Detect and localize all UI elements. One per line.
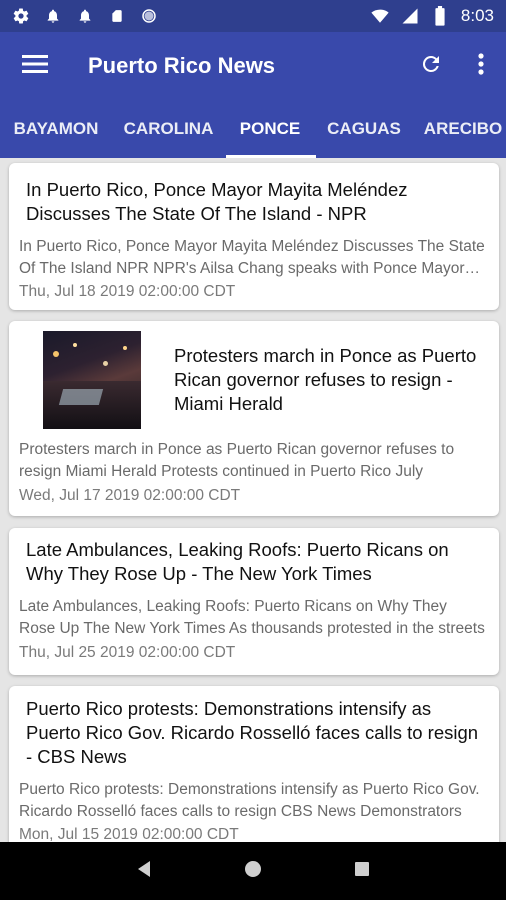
- recents-icon: [354, 861, 370, 882]
- app-title: Puerto Rico News: [88, 53, 276, 78]
- battery-icon: [431, 6, 449, 26]
- menu-button[interactable]: [0, 32, 70, 100]
- settings-icon: [12, 7, 30, 25]
- home-button[interactable]: [233, 851, 273, 891]
- article-summary: Puerto Rico protests: Demonstrations int…: [19, 781, 480, 820]
- article-title: Puerto Rico protests: Demonstrations int…: [26, 698, 479, 767]
- tab-ponce[interactable]: PONCE: [225, 100, 315, 158]
- article-summary: In Puerto Rico, Ponce Mayor Mayita Melén…: [19, 238, 485, 277]
- tab-caguas[interactable]: CAGUAS: [315, 100, 413, 158]
- notification-icon: [44, 7, 62, 25]
- wifi-icon: [371, 7, 389, 25]
- tab-bar: BAYAMON CAROLINA PONCE CAGUAS ARECIBO: [0, 100, 506, 158]
- more-vert-icon: [478, 52, 484, 80]
- article-card[interactable]: Late Ambulances, Leaking Roofs: Puerto R…: [9, 528, 499, 675]
- back-icon: [136, 860, 152, 883]
- article-summary: Protesters march in Ponce as Puerto Rica…: [19, 441, 455, 480]
- article-card[interactable]: Puerto Rico protests: Demonstrations int…: [9, 686, 499, 842]
- article-title: Late Ambulances, Leaking Roofs: Puerto R…: [26, 539, 449, 584]
- article-title: In Puerto Rico, Ponce Mayor Mayita Melén…: [26, 179, 408, 224]
- back-button[interactable]: [124, 851, 164, 891]
- article-list: In Puerto Rico, Ponce Mayor Mayita Melén…: [0, 158, 506, 842]
- article-date: Mon, Jul 15 2019 02:00:00 CDT: [19, 826, 239, 842]
- tab-carolina[interactable]: CAROLINA: [112, 100, 225, 158]
- sd-card-icon: [108, 7, 126, 25]
- menu-icon: [22, 54, 48, 79]
- refresh-button[interactable]: [406, 32, 456, 100]
- home-icon: [244, 860, 262, 883]
- article-title: Protesters march in Ponce as Puerto Rica…: [174, 345, 477, 414]
- tab-bayamon[interactable]: BAYAMON: [0, 100, 112, 158]
- refresh-icon: [419, 52, 443, 81]
- article-thumbnail: [43, 331, 141, 429]
- article-date: Wed, Jul 17 2019 02:00:00 CDT: [19, 487, 241, 504]
- article-card[interactable]: Protesters march in Ponce as Puerto Rica…: [9, 321, 499, 516]
- status-bar: 8:03: [0, 0, 506, 32]
- app-bar: Puerto Rico News: [0, 32, 506, 100]
- tab-arecibo[interactable]: ARECIBO: [413, 100, 506, 158]
- status-time: 8:03: [460, 6, 494, 25]
- circle-icon: [140, 7, 158, 25]
- recents-button[interactable]: [342, 851, 382, 891]
- article-date: Thu, Jul 18 2019 02:00:00 CDT: [19, 283, 236, 300]
- article-card[interactable]: In Puerto Rico, Ponce Mayor Mayita Melén…: [9, 163, 499, 310]
- signal-icon: [401, 7, 419, 25]
- article-date: Thu, Jul 25 2019 02:00:00 CDT: [19, 644, 236, 661]
- overflow-menu-button[interactable]: [456, 32, 506, 100]
- notification-icon: [76, 7, 94, 25]
- article-summary: Late Ambulances, Leaking Roofs: Puerto R…: [19, 598, 485, 637]
- system-nav-bar: [0, 842, 506, 900]
